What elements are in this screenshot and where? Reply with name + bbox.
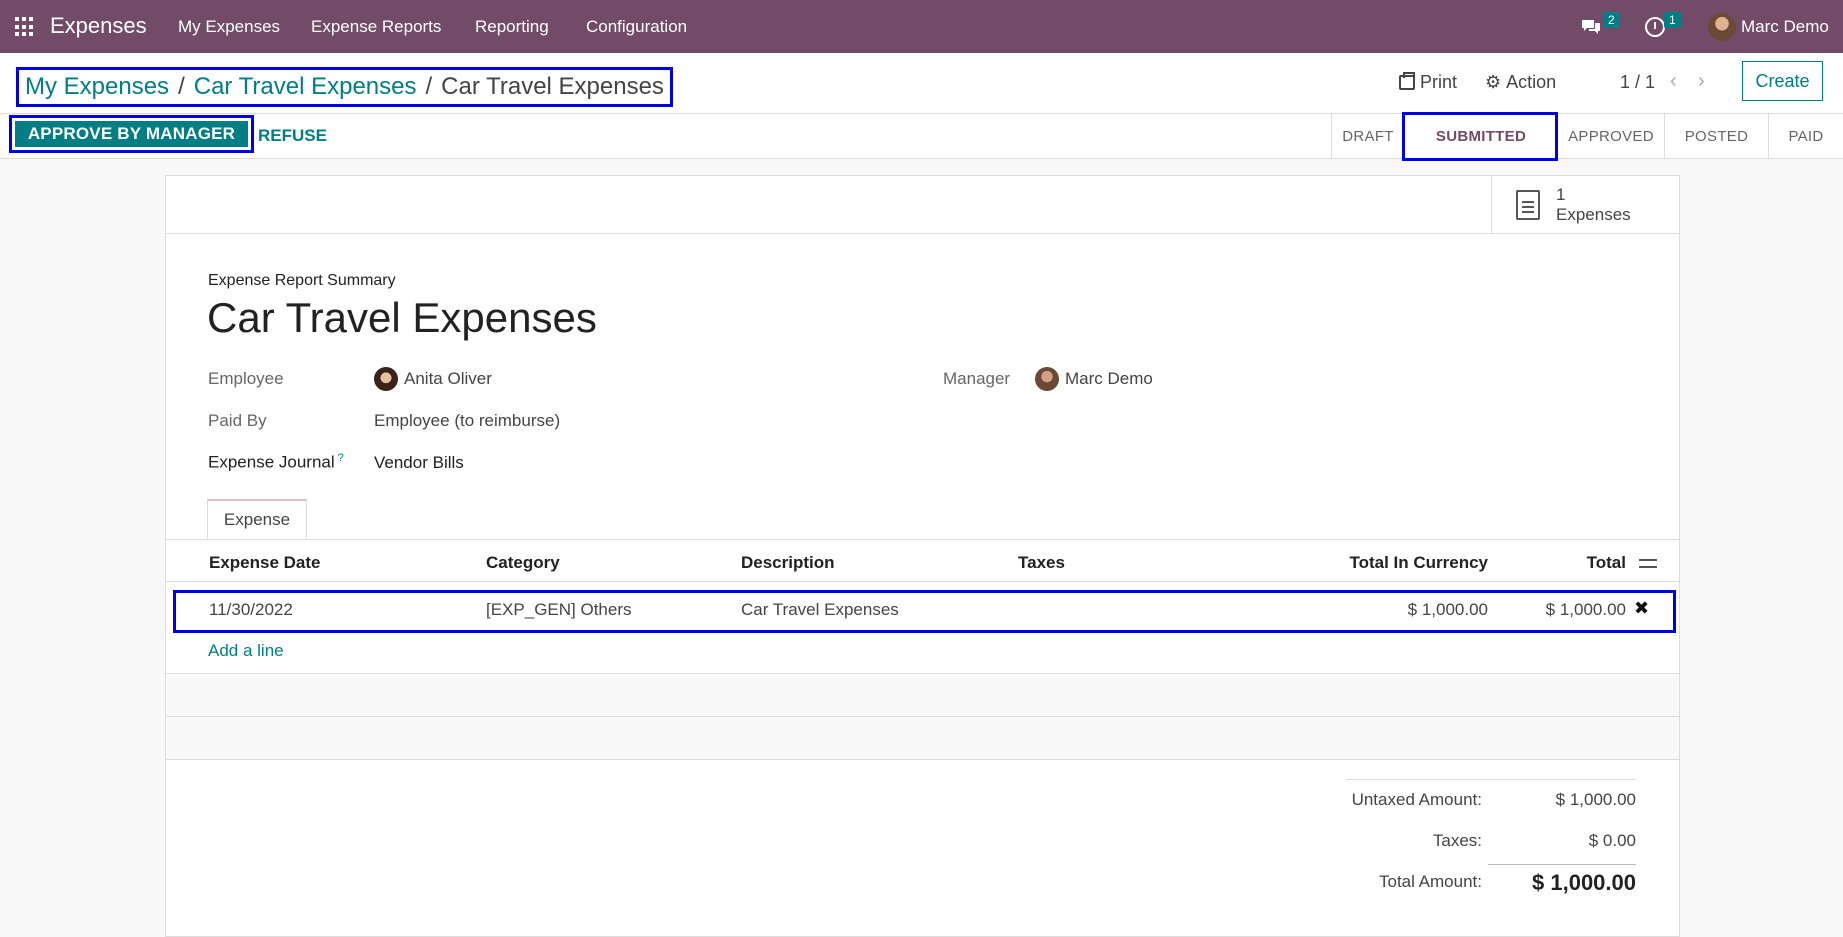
document-icon — [1516, 190, 1540, 220]
employee-avatar — [374, 367, 398, 391]
breadcrumb-separator: / — [425, 73, 433, 100]
breadcrumb-my-expenses[interactable]: My Expenses — [25, 73, 169, 101]
expenses-smart-button[interactable]: 1 Expenses — [1491, 176, 1679, 234]
table-header-divider — [166, 581, 1679, 582]
pager-value[interactable]: 1 / 1 — [1620, 72, 1655, 93]
chat-count-badge: 2 — [1603, 12, 1620, 28]
taxes-value: $ 0.00 — [1588, 831, 1636, 850]
button-box: 1 Expenses — [166, 176, 1679, 234]
total-amount-label: Total Amount: — [1378, 872, 1482, 891]
nav-reporting[interactable]: Reporting — [475, 17, 549, 37]
status-highlight-box — [1402, 112, 1558, 161]
nav-expense-reports[interactable]: Expense Reports — [311, 17, 441, 37]
totals-divider — [1346, 779, 1636, 780]
pager-next-icon[interactable]: › — [1698, 70, 1705, 93]
nav-my-expenses[interactable]: My Expenses — [178, 17, 280, 37]
manager-avatar — [1035, 367, 1059, 391]
total-amount-value: $ 1,000.00 — [1532, 870, 1636, 895]
column-settings-icon[interactable] — [1639, 556, 1657, 572]
tab-divider — [166, 539, 1679, 540]
taxes-label: Taxes: — [1432, 831, 1482, 850]
nav-configuration[interactable]: Configuration — [586, 17, 687, 37]
cell-expense-date[interactable]: 11/30/2022 — [209, 600, 293, 620]
report-title[interactable]: Car Travel Expenses — [207, 294, 597, 342]
approve-label: APPROVE BY MANAGER — [15, 121, 248, 147]
chat-icon[interactable] — [1580, 18, 1602, 36]
help-tooltip-icon[interactable]: ? — [338, 452, 344, 464]
control-panel: My Expenses / Car Travel Expenses / Car … — [0, 53, 1843, 159]
column-category[interactable]: Category — [486, 553, 560, 573]
paid-by-value[interactable]: Employee (to reimburse) — [374, 411, 560, 431]
employee-value: Anita Oliver — [404, 369, 492, 388]
employee-label: Employee — [208, 369, 284, 388]
empty-row — [166, 716, 1679, 759]
cell-description[interactable]: Car Travel Expenses — [741, 600, 899, 620]
column-total-in-currency[interactable]: Total In Currency — [1258, 553, 1488, 573]
top-navbar: Expenses My Expenses Expense Reports Rep… — [0, 0, 1843, 53]
expense-journal-value[interactable]: Vendor Bills — [374, 453, 464, 473]
print-label: Print — [1420, 72, 1458, 92]
cell-category[interactable]: [EXP_GEN] Others — [486, 600, 632, 620]
tab-expense[interactable]: Expense — [207, 499, 307, 539]
table-bottom-divider — [166, 759, 1679, 760]
add-line-link[interactable]: Add a line — [208, 641, 284, 661]
untaxed-amount-label: Untaxed Amount: — [1351, 790, 1482, 809]
expense-journal-label: Expense Journal? — [208, 452, 344, 473]
expenses-label: Expenses — [1556, 205, 1631, 224]
status-posted[interactable]: POSTED — [1664, 114, 1768, 159]
print-button[interactable]: Print — [1399, 72, 1457, 93]
action-button[interactable]: ⚙ Action — [1485, 72, 1556, 93]
untaxed-amount-value: $ 1,000.00 — [1555, 790, 1636, 809]
user-avatar[interactable] — [1708, 13, 1736, 41]
employee-field[interactable]: Anita Oliver — [374, 367, 492, 391]
manager-field[interactable]: Marc Demo — [1035, 367, 1153, 391]
create-button[interactable]: Create — [1742, 61, 1823, 101]
expense-journal-label-text: Expense Journal — [208, 452, 335, 472]
pager-previous-icon[interactable]: ‹ — [1670, 70, 1677, 93]
apps-menu-icon[interactable] — [15, 17, 35, 37]
column-total[interactable]: Total — [1526, 553, 1626, 573]
printer-icon — [1399, 72, 1415, 90]
refuse-button[interactable]: REFUSE — [258, 126, 327, 146]
activity-clock-icon[interactable] — [1645, 17, 1665, 37]
gear-icon: ⚙ — [1485, 72, 1502, 92]
form-sheet: 1 Expenses Expense Report Summary Car Tr… — [165, 175, 1680, 937]
cell-total[interactable]: $ 1,000.00 — [1476, 600, 1626, 620]
empty-row — [166, 673, 1679, 716]
status-paid[interactable]: PAID — [1768, 114, 1843, 159]
action-label: Action — [1506, 72, 1557, 92]
manager-label: Manager — [943, 369, 1011, 388]
expenses-count: 1 — [1556, 185, 1566, 204]
column-taxes[interactable]: Taxes — [1018, 553, 1065, 573]
activity-count-badge: 1 — [1664, 12, 1681, 28]
user-name[interactable]: Marc Demo — [1741, 17, 1829, 37]
paid-by-label: Paid By — [208, 411, 267, 430]
breadcrumb-current: Car Travel Expenses — [441, 73, 664, 100]
breadcrumb: My Expenses / Car Travel Expenses / Car … — [16, 67, 673, 107]
breadcrumb-car-travel-report[interactable]: Car Travel Expenses — [194, 73, 417, 101]
grand-total-divider — [1488, 864, 1636, 865]
breadcrumb-separator: / — [178, 73, 185, 100]
manager-value: Marc Demo — [1065, 369, 1153, 388]
app-name[interactable]: Expenses — [50, 13, 147, 39]
summary-label: Expense Report Summary — [208, 272, 396, 289]
cell-total-in-currency[interactable]: $ 1,000.00 — [1258, 600, 1488, 620]
remove-line-icon[interactable]: ✖ — [1634, 598, 1649, 619]
column-description[interactable]: Description — [741, 553, 835, 573]
status-draft[interactable]: DRAFT — [1331, 114, 1404, 159]
status-approved[interactable]: APPROVED — [1557, 114, 1664, 159]
approve-by-manager-button[interactable]: APPROVE BY MANAGER — [9, 115, 254, 153]
column-expense-date[interactable]: Expense Date — [209, 553, 321, 573]
